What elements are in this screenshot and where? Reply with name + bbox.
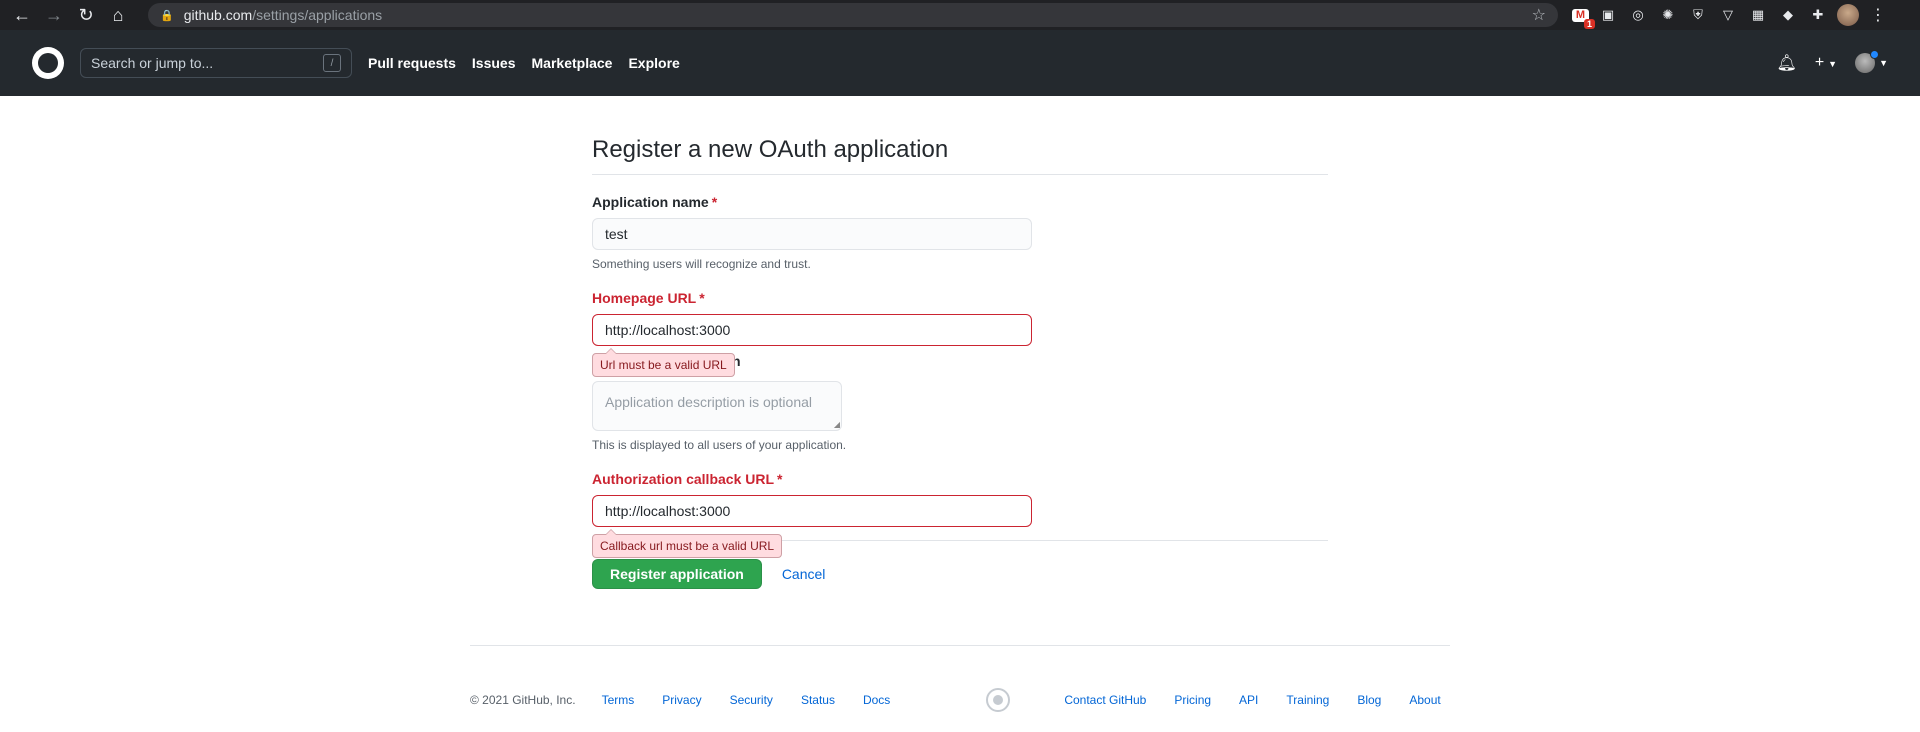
app-name-input[interactable]: test xyxy=(592,218,1032,250)
home-icon[interactable]: ⌂ xyxy=(102,0,134,30)
back-icon[interactable]: ← xyxy=(6,0,38,30)
page-title: Register a new OAuth application xyxy=(592,136,1328,175)
extensions-bar: M1 ▣ ◎ ✺ ⛨ ▽ ▦ ◆ ✚ ⋮ xyxy=(1572,4,1889,29)
forward-icon[interactable]: → xyxy=(38,0,70,30)
footer-link-terms[interactable]: Terms xyxy=(602,693,635,707)
homepage-url-input[interactable]: http://localhost:3000 xyxy=(592,314,1032,346)
footer-right-links: Contact GitHub Pricing API Training Blog… xyxy=(1064,693,1440,707)
browser-menu-icon[interactable]: ⋮ xyxy=(1867,4,1889,26)
homepage-label: Homepage URL * xyxy=(592,290,705,306)
homepage-group: Homepage URL * http://localhost:3000 Url … xyxy=(592,290,1328,452)
footer-link-docs[interactable]: Docs xyxy=(863,693,890,707)
qr-extension-icon[interactable]: ▦ xyxy=(1747,4,1769,26)
oauth-form: Register a new OAuth application Applica… xyxy=(592,136,1328,589)
header-right: 🔔︎ + ▼ ▼ xyxy=(1777,50,1888,73)
browser-toolbar: ← → ↻ ⌂ 🔒 github.com/settings/applicatio… xyxy=(0,0,1920,30)
gmail-badge: 1 xyxy=(1583,18,1595,29)
translate-extension-icon[interactable]: ▣ xyxy=(1597,4,1619,26)
register-application-button[interactable]: Register application xyxy=(592,559,762,589)
footer-link-pricing[interactable]: Pricing xyxy=(1174,693,1211,707)
search-shortcut-key: / xyxy=(323,54,341,72)
github-mark-icon[interactable] xyxy=(986,688,1011,712)
resize-grip-icon[interactable]: ◢ xyxy=(834,420,840,429)
github-logo-icon[interactable] xyxy=(32,47,64,79)
cancel-link[interactable]: Cancel xyxy=(782,566,826,582)
gmail-extension-icon[interactable]: M1 xyxy=(1572,8,1595,29)
site-footer: © 2021 GitHub, Inc. Terms Privacy Securi… xyxy=(470,645,1450,712)
header-nav: Pull requests Issues Marketplace Explore xyxy=(368,55,680,71)
search-input[interactable]: Search or jump to... / xyxy=(80,48,352,78)
target-extension-icon[interactable]: ◎ xyxy=(1627,4,1649,26)
footer-copyright: © 2021 GitHub, Inc. xyxy=(470,693,576,707)
callback-group: Authorization callback URL * http://local… xyxy=(592,471,1328,527)
callback-label: Authorization callback URL * xyxy=(592,471,783,487)
puzzle-extensions-icon[interactable]: ✚ xyxy=(1807,4,1829,26)
callback-url-input[interactable]: http://localhost:3000 xyxy=(592,495,1032,527)
footer-link-blog[interactable]: Blog xyxy=(1357,693,1381,707)
chevron-down-icon: ▼ xyxy=(1879,58,1888,68)
footer-link-contact[interactable]: Contact GitHub xyxy=(1064,693,1146,707)
address-bar[interactable]: 🔒 github.com/settings/applications ☆ xyxy=(148,3,1558,27)
nav-explore[interactable]: Explore xyxy=(628,55,679,71)
footer-link-api[interactable]: API xyxy=(1239,693,1258,707)
footer-link-security[interactable]: Security xyxy=(730,693,773,707)
vue-extension-icon[interactable]: ▽ xyxy=(1717,4,1739,26)
callback-error-tooltip: Callback url must be a valid URL xyxy=(592,529,783,558)
url-host: github.com xyxy=(183,7,253,23)
footer-link-status[interactable]: Status xyxy=(801,693,835,707)
nav-marketplace[interactable]: Marketplace xyxy=(532,55,613,71)
description-group: Url must be a valid URL n xyxy=(592,348,1328,377)
color-extension-icon[interactable]: ◆ xyxy=(1777,4,1799,26)
lock-icon: 🔒 xyxy=(160,9,174,22)
footer-link-training[interactable]: Training xyxy=(1286,693,1329,707)
search-placeholder: Search or jump to... xyxy=(91,55,214,71)
url-path: /settings/applications xyxy=(252,7,383,23)
create-new-dropdown[interactable]: + ▼ xyxy=(1815,54,1837,72)
form-actions: Register application Cancel xyxy=(592,559,1328,589)
bell-icon[interactable]: 🔔︎ xyxy=(1777,53,1797,73)
shield-extension-icon[interactable]: ⛨ xyxy=(1687,4,1709,26)
bookmark-star-icon[interactable]: ☆ xyxy=(1532,5,1546,25)
app-name-group: Application name * test Something users w… xyxy=(592,194,1328,271)
profile-avatar-icon[interactable] xyxy=(1837,4,1859,26)
description-note: This is displayed to all users of your a… xyxy=(592,438,847,452)
plus-icon: + xyxy=(1814,54,1825,71)
browser-nav: ← → ↻ ⌂ xyxy=(0,0,134,30)
homepage-error-tooltip: Url must be a valid URL xyxy=(592,348,735,377)
chevron-down-icon: ▼ xyxy=(1828,59,1838,69)
footer-left-links: Terms Privacy Security Status Docs xyxy=(602,693,919,707)
avatar xyxy=(1855,50,1880,73)
github-header: Search or jump to... / Pull requests Iss… xyxy=(0,30,1920,96)
reload-icon[interactable]: ↻ xyxy=(70,0,102,30)
description-textarea[interactable]: Application description is optional ◢ xyxy=(592,381,842,431)
app-name-note: Something users will recognize and trust… xyxy=(592,257,811,271)
app-name-label: Application name * xyxy=(592,194,718,210)
nav-issues[interactable]: Issues xyxy=(472,55,516,71)
notification-dot xyxy=(1870,50,1880,59)
footer-link-privacy[interactable]: Privacy xyxy=(662,693,701,707)
footer-link-about[interactable]: About xyxy=(1409,693,1440,707)
react-extension-icon[interactable]: ✺ xyxy=(1657,4,1679,26)
user-menu-dropdown[interactable]: ▼ xyxy=(1855,50,1888,73)
nav-pull-requests[interactable]: Pull requests xyxy=(368,55,456,71)
